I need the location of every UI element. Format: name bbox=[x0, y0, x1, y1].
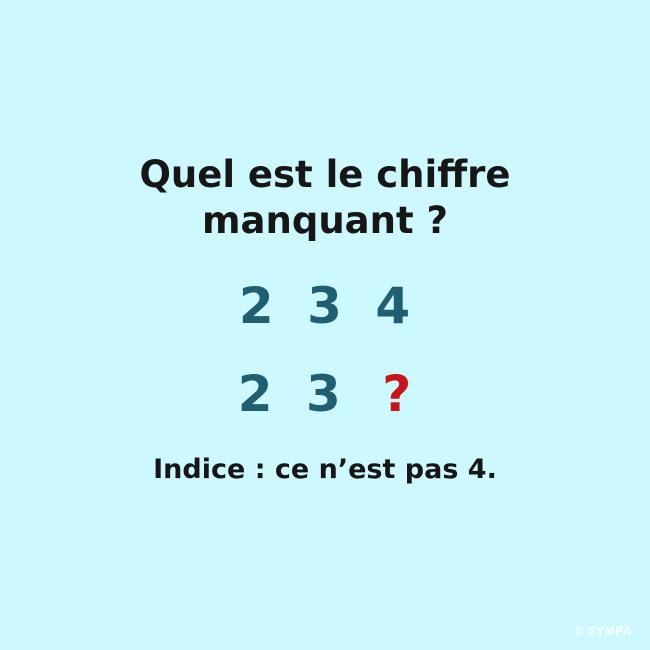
row1-digit-3: 4 bbox=[375, 277, 412, 335]
missing-digit-question-mark: ? bbox=[382, 365, 413, 423]
row2-digit-2: 3 bbox=[305, 365, 342, 423]
row1-digit-1: 2 bbox=[238, 277, 275, 335]
number-row-2: 2 3 ? bbox=[0, 364, 650, 424]
puzzle-card: Quel est le chiffre manquant ? 2 3 4 2 3… bbox=[0, 0, 650, 650]
number-row-1: 2 3 4 bbox=[0, 276, 650, 336]
row2-digit-1: 2 bbox=[237, 365, 274, 423]
question-line-2: manquant ? bbox=[201, 199, 449, 242]
sympa-watermark: © SYMPA bbox=[574, 624, 632, 638]
hint-text: Indice : ce n’est pas 4. bbox=[153, 454, 497, 485]
puzzle-question: Quel est le chiffre manquant ? bbox=[0, 152, 650, 244]
row1-digit-2: 3 bbox=[307, 277, 343, 335]
question-line-1: Quel est le chiffre bbox=[139, 153, 511, 196]
